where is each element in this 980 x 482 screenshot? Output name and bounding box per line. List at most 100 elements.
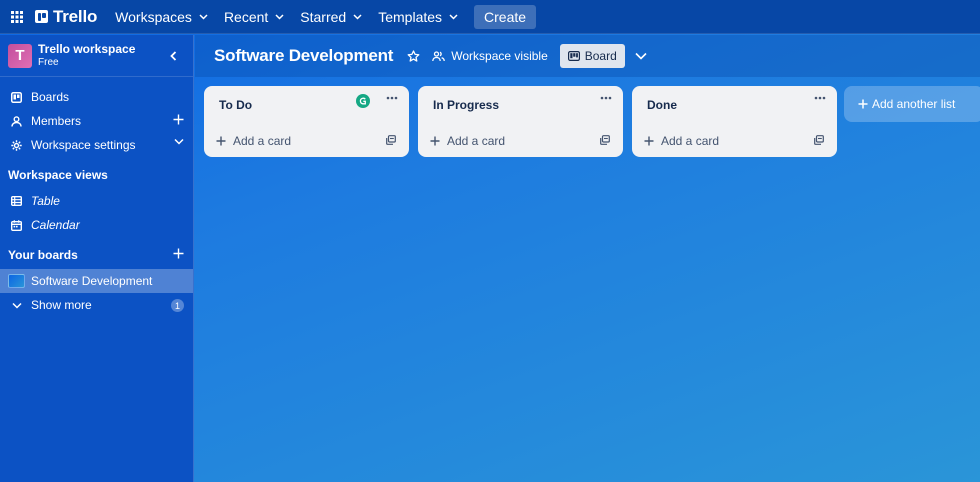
board-thumbnail (8, 274, 25, 288)
add-card-label: Add a card (447, 134, 506, 148)
board-title[interactable]: Software Development (214, 46, 393, 66)
chevron-down-icon (353, 13, 362, 20)
add-card-button[interactable]: Add a card (216, 134, 291, 148)
create-from-template-button[interactable] (600, 135, 610, 145)
sidebar-item-members[interactable]: Members (0, 109, 193, 133)
list-actions-button[interactable] (386, 96, 398, 100)
table-icon (10, 196, 23, 206)
workspace-avatar: T (8, 43, 32, 68)
chevron-left-icon (170, 51, 177, 61)
nav-workspaces-label: Workspaces (115, 8, 192, 25)
list-done: Done Add a card (632, 86, 837, 157)
workspace-plan: Free (38, 57, 59, 68)
nav-starred-label: Starred (300, 8, 347, 25)
your-boards-heading-label: Your boards (8, 248, 78, 262)
list-actions-button[interactable] (814, 96, 826, 100)
visibility-label: Workspace visible (451, 49, 548, 63)
sidebar-item-workspace-settings[interactable]: Workspace settings (0, 133, 193, 157)
workspace-header: T Trello workspace Free (0, 35, 193, 77)
template-icon (386, 135, 396, 145)
app-switcher-button[interactable] (1, 0, 33, 34)
chevron-down-icon (449, 13, 458, 20)
nav-starred[interactable]: Starred (292, 0, 370, 34)
board-view-button[interactable]: Board (559, 44, 625, 68)
list-in-progress: In Progress Add a card (418, 86, 623, 157)
sidebar-item-label: Calendar (31, 218, 80, 232)
add-another-list-label: Add another list (872, 97, 956, 111)
create-button[interactable]: Create (474, 4, 537, 29)
plus-icon (173, 248, 184, 259)
plus-icon (430, 136, 440, 146)
grid-icon (11, 10, 23, 23)
list-title[interactable]: Done (647, 98, 677, 112)
add-member-button[interactable] (173, 114, 184, 125)
create-from-template-button[interactable] (814, 135, 824, 145)
workspace-name: Trello workspace (38, 42, 136, 56)
list-actions-button[interactable] (600, 96, 612, 100)
add-another-list-button[interactable]: Add another list (844, 86, 980, 122)
plus-icon (216, 136, 226, 146)
sidebar-item-label: Boards (31, 90, 70, 104)
show-more-label: Show more (31, 298, 92, 312)
chevron-down-icon (199, 13, 208, 20)
add-card-label: Add a card (661, 134, 720, 148)
visibility-button[interactable]: Workspace visible (432, 49, 548, 63)
create-board-button[interactable] (173, 248, 184, 259)
board-icon (10, 91, 23, 103)
sidebar-board-label: Software Development (31, 274, 153, 288)
top-navigation-bar: Trello Workspaces Recent Starred Templat… (0, 0, 980, 34)
workspace-views-heading: Workspace views (0, 163, 193, 187)
plus-icon (644, 136, 654, 146)
template-icon (600, 135, 610, 145)
star-icon (407, 49, 420, 62)
people-icon (432, 50, 446, 62)
views-dropdown-button[interactable] (635, 52, 647, 60)
more-icon (814, 96, 826, 100)
calendar-icon (10, 219, 23, 231)
trello-logo-icon (35, 10, 48, 23)
sidebar-item-table[interactable]: Table (0, 189, 193, 213)
nav-workspaces[interactable]: Workspaces (107, 0, 216, 34)
collapse-sidebar-button[interactable] (170, 48, 177, 64)
list-title[interactable]: To Do (219, 98, 252, 112)
add-card-button[interactable]: Add a card (430, 134, 505, 148)
nav-recent-label: Recent (223, 8, 269, 25)
sidebar-item-boards[interactable]: Boards (0, 85, 193, 109)
nav-recent[interactable]: Recent (216, 0, 292, 34)
template-icon (814, 135, 824, 145)
count-badge: 1 (171, 299, 184, 312)
workspace-views-heading-label: Workspace views (8, 168, 108, 182)
sidebar-item-label: Table (31, 194, 60, 208)
chevron-down-icon (635, 52, 647, 60)
plus-icon (173, 114, 184, 125)
sidebar-item-calendar[interactable]: Calendar (0, 213, 193, 237)
nav-templates-label: Templates (378, 8, 443, 25)
gear-icon (10, 139, 23, 151)
board-view-label: Board (584, 49, 617, 63)
sidebar: T Trello workspace Free Boards Members W… (0, 35, 194, 482)
create-from-template-button[interactable] (386, 135, 396, 145)
show-more-button[interactable]: Show more 1 (0, 293, 193, 317)
plus-icon (858, 99, 868, 109)
more-icon (386, 96, 398, 100)
sidebar-item-label: Workspace settings (31, 138, 136, 152)
trello-logo-text: Trello (53, 6, 98, 26)
list-to-do: To Do Add a card (204, 86, 409, 157)
nav-templates[interactable]: Templates (370, 0, 466, 34)
more-icon (600, 96, 612, 100)
chevron-down-icon (10, 302, 23, 309)
chevron-down-icon (275, 13, 284, 20)
your-boards-heading: Your boards (0, 243, 193, 267)
grammarly-icon[interactable] (356, 94, 370, 108)
add-card-label: Add a card (233, 134, 292, 148)
add-card-button[interactable]: Add a card (644, 134, 719, 148)
sidebar-item-label: Members (31, 114, 82, 128)
board-header: Software Development Workspace visible B… (195, 35, 980, 77)
list-title[interactable]: In Progress (433, 98, 499, 112)
board-view-icon (567, 51, 580, 61)
chevron-down-icon[interactable] (174, 138, 184, 145)
star-board-button[interactable] (407, 49, 420, 63)
sidebar-board-software-development[interactable]: Software Development (0, 269, 193, 293)
trello-logo[interactable]: Trello (35, 0, 97, 34)
person-icon (10, 115, 23, 127)
